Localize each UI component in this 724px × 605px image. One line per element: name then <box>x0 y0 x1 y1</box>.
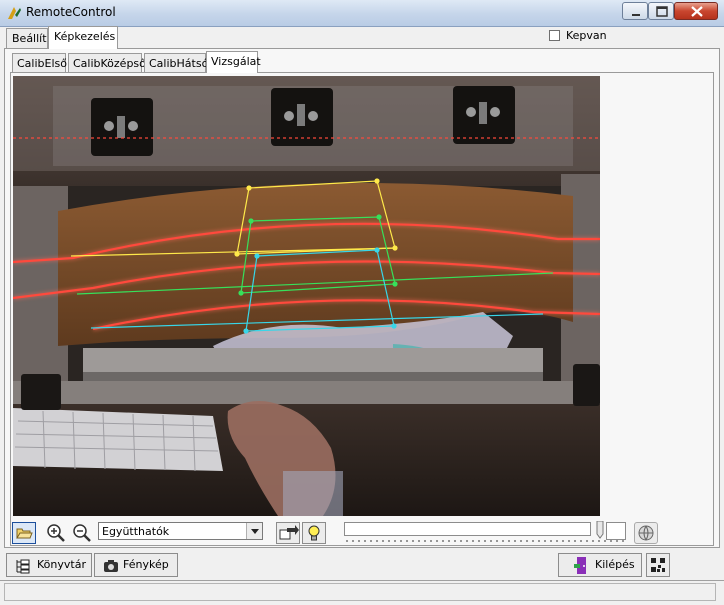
camera-image-viewport[interactable] <box>13 76 600 516</box>
close-icon <box>691 6 703 17</box>
globe-button[interactable] <box>634 522 658 544</box>
export-icon <box>279 525 299 540</box>
slider-thumb[interactable] <box>596 521 604 539</box>
value-field[interactable] <box>606 522 626 540</box>
status-panel <box>4 583 716 601</box>
qr-button[interactable] <box>646 553 670 577</box>
slider-track[interactable] <box>344 540 626 542</box>
kepvan-label: Kepvan <box>566 29 607 42</box>
zoom-in-button[interactable] <box>44 522 68 544</box>
clamp-left <box>91 98 153 156</box>
minimize-button[interactable] <box>622 2 648 20</box>
camera-image <box>13 76 600 516</box>
close-button[interactable] <box>674 2 718 20</box>
open-folder-button[interactable] <box>12 522 36 544</box>
progress-bar <box>344 522 591 536</box>
dropdown-arrow[interactable] <box>246 523 262 539</box>
exit-label: Kilépés <box>595 558 635 571</box>
window-title: RemoteControl <box>26 5 116 19</box>
globe-icon <box>638 525 654 541</box>
photo-label: Fénykép <box>123 558 169 571</box>
app-icon <box>8 7 21 19</box>
camera-icon <box>104 560 118 572</box>
open-folder-icon <box>16 528 33 539</box>
tab-calib-hatso[interactable]: CalibHátsó <box>144 53 208 72</box>
tab-vizsgalat[interactable]: Vizsgálat <box>206 51 261 73</box>
library-button[interactable]: Könyvtár <box>6 553 92 577</box>
folder-tree-icon <box>16 559 30 574</box>
zoom-out-icon <box>73 524 91 542</box>
maximize-button[interactable] <box>648 2 674 20</box>
coefficients-combo[interactable]: Együtthatók <box>98 522 263 540</box>
lightbulb-button[interactable] <box>302 522 326 544</box>
chevron-down-icon <box>251 529 259 534</box>
kepvan-checkbox[interactable] <box>549 30 560 41</box>
exit-button[interactable]: Kilépés <box>558 553 642 577</box>
combo-value: Együtthatók <box>102 525 170 538</box>
tab-kepkezeles[interactable]: Képkezelés <box>48 26 118 49</box>
clamp-right <box>453 86 515 144</box>
qr-code-icon <box>651 558 665 572</box>
lightbulb-icon <box>308 525 320 541</box>
title-bar: RemoteControl <box>0 0 724 27</box>
exit-door-icon <box>574 557 586 574</box>
tab-calib-kozepso[interactable]: CalibKözépső <box>68 53 146 72</box>
library-label: Könyvtár <box>37 558 86 571</box>
zoom-out-button[interactable] <box>70 522 94 544</box>
minimize-icon <box>632 14 640 16</box>
tab-beallit[interactable]: Beállít <box>6 28 48 48</box>
zoom-in-icon <box>47 524 65 542</box>
photo-button[interactable]: Fénykép <box>94 553 178 577</box>
maximize-icon <box>656 6 668 17</box>
export-button[interactable] <box>276 522 300 544</box>
tab-calib-elso[interactable]: CalibElső <box>12 53 67 72</box>
